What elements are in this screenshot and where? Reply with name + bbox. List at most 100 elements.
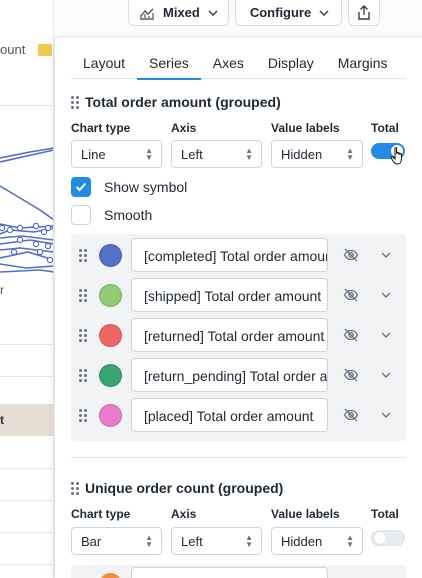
divider — [0, 344, 53, 345]
smooth-checkbox[interactable] — [71, 205, 91, 225]
series-group-header[interactable]: Total order amount (grouped) — [71, 94, 281, 110]
tab-series[interactable]: Series — [137, 45, 201, 80]
up-down-icon: ▲ ▼ — [145, 146, 153, 162]
series-color-swatch[interactable] — [99, 364, 122, 387]
tab-axes[interactable]: Axes — [201, 45, 256, 79]
series-group-title: Total order amount (grouped) — [85, 94, 281, 110]
series-name-input[interactable] — [131, 567, 328, 578]
eye-off-icon[interactable] — [343, 327, 359, 343]
drag-handle-icon[interactable] — [71, 95, 79, 109]
series-row: [completed] Total order amount — [71, 238, 406, 272]
series-color-swatch[interactable] — [99, 244, 122, 267]
value-labels-label: Value labels — [271, 507, 340, 521]
drag-handle-icon[interactable] — [79, 329, 87, 342]
series-group-header[interactable]: Unique order count (grouped) — [71, 480, 283, 496]
eye-off-icon[interactable] — [343, 367, 359, 383]
axis-label: Axis — [171, 121, 197, 135]
value-labels-value: Hidden — [281, 534, 323, 549]
section-divider — [71, 457, 406, 458]
hand-cursor-icon — [390, 147, 402, 165]
eye-off-icon[interactable] — [343, 287, 359, 303]
toggle-knob — [374, 532, 386, 544]
axis-label: r — [0, 283, 4, 297]
chevron-down-icon[interactable] — [380, 247, 392, 263]
series-list — [71, 565, 406, 578]
axis-select[interactable]: Left ▲ ▼ — [171, 140, 262, 168]
chevron-down-icon[interactable] — [380, 407, 392, 423]
smooth-row[interactable]: Smooth — [71, 205, 152, 225]
eye-off-icon[interactable] — [343, 407, 359, 423]
drag-handle-icon[interactable] — [79, 369, 87, 382]
config-tabs: Layout Series Axes Display Margins — [71, 45, 406, 80]
chart-lines — [0, 147, 53, 273]
show-symbol-checkbox[interactable] — [71, 177, 91, 197]
up-down-icon: ▲ ▼ — [346, 533, 354, 549]
drag-handle-icon[interactable] — [79, 249, 87, 262]
tab-margins[interactable]: Margins — [326, 45, 400, 79]
tab-layout[interactable]: Layout — [71, 45, 137, 79]
share-icon — [358, 5, 370, 20]
chevron-down-icon[interactable] — [380, 327, 392, 343]
legend-text: ount — [0, 42, 26, 57]
total-toggle[interactable] — [371, 530, 405, 546]
legend-swatch — [38, 44, 52, 56]
chart-type-label: Chart type — [71, 121, 131, 135]
divider — [0, 564, 53, 565]
chevron-down-icon[interactable] — [380, 287, 392, 303]
axis-select[interactable]: Left ▲ ▼ — [171, 527, 262, 555]
eye-off-icon[interactable] — [343, 247, 359, 263]
series-name-input[interactable]: [returned] Total order amount — [131, 318, 328, 352]
show-symbol-label: Show symbol — [104, 179, 188, 195]
axis-label: Axis — [171, 507, 197, 521]
configure-button[interactable]: Configure — [234, 0, 343, 26]
chart-type-value: Bar — [81, 534, 102, 549]
chart-type-value: Line — [81, 147, 106, 162]
check-icon — [75, 182, 87, 192]
value-labels-label: Value labels — [271, 121, 340, 135]
series-row: [shipped] Total order amount — [71, 278, 406, 312]
series-name-input[interactable]: [completed] Total order amount — [131, 238, 328, 272]
series-name-input[interactable]: [shipped] Total order amount — [131, 278, 328, 312]
series-list: [completed] Total order amount [shipped]… — [71, 234, 406, 441]
series-color-swatch[interactable] — [99, 324, 122, 347]
series-color-swatch[interactable] — [99, 284, 122, 307]
series-color-swatch[interactable] — [99, 573, 122, 578]
series-row: [returned] Total order amount — [71, 318, 406, 352]
drag-handle-icon[interactable] — [71, 481, 79, 495]
chevron-down-icon — [208, 9, 218, 16]
drag-handle-icon[interactable] — [79, 289, 87, 302]
table-header-cell: t — [0, 404, 53, 436]
mixed-label: Mixed — [163, 5, 200, 20]
total-label: Total — [371, 507, 399, 521]
total-label: Total — [371, 121, 399, 135]
chart-toolbar: Mixed Configure — [128, 0, 381, 26]
chart-type-mixed-button[interactable]: Mixed — [128, 0, 229, 26]
chevron-down-icon[interactable] — [380, 367, 392, 383]
up-down-icon: ▲ ▼ — [346, 146, 354, 162]
value-labels-select[interactable]: Hidden ▲ ▼ — [271, 140, 363, 168]
chart-type-select[interactable]: Line ▲ ▼ — [71, 140, 162, 168]
mixed-chart-icon — [140, 8, 154, 20]
chart-area-behind: ount r t — [0, 0, 54, 578]
share-button[interactable] — [348, 0, 381, 26]
series-row: [placed] Total order amount — [71, 398, 406, 432]
chart-type-select[interactable]: Bar ▲ ▼ — [71, 527, 162, 555]
series-name-input[interactable]: [return_pending] Total order amount — [131, 358, 328, 392]
axis-value: Left — [181, 147, 203, 162]
value-labels-select[interactable]: Hidden ▲ ▼ — [271, 527, 363, 555]
configure-popover: Layout Series Axes Display Margins Total… — [54, 36, 422, 578]
chart-type-label: Chart type — [71, 507, 131, 521]
smooth-label: Smooth — [104, 207, 153, 223]
show-symbol-row[interactable]: Show symbol — [71, 177, 187, 197]
tab-display[interactable]: Display — [256, 45, 326, 79]
drag-handle-icon[interactable] — [79, 409, 87, 422]
chevron-down-icon — [319, 9, 329, 16]
series-name-input[interactable]: [placed] Total order amount — [131, 398, 328, 432]
series-color-swatch[interactable] — [99, 404, 122, 427]
series-row: [return_pending] Total order amount — [71, 358, 406, 392]
axis-value: Left — [181, 534, 203, 549]
series-group-title: Unique order count (grouped) — [85, 480, 284, 496]
divider — [0, 468, 53, 469]
up-down-icon: ▲ ▼ — [145, 533, 153, 549]
value-labels-value: Hidden — [281, 147, 323, 162]
